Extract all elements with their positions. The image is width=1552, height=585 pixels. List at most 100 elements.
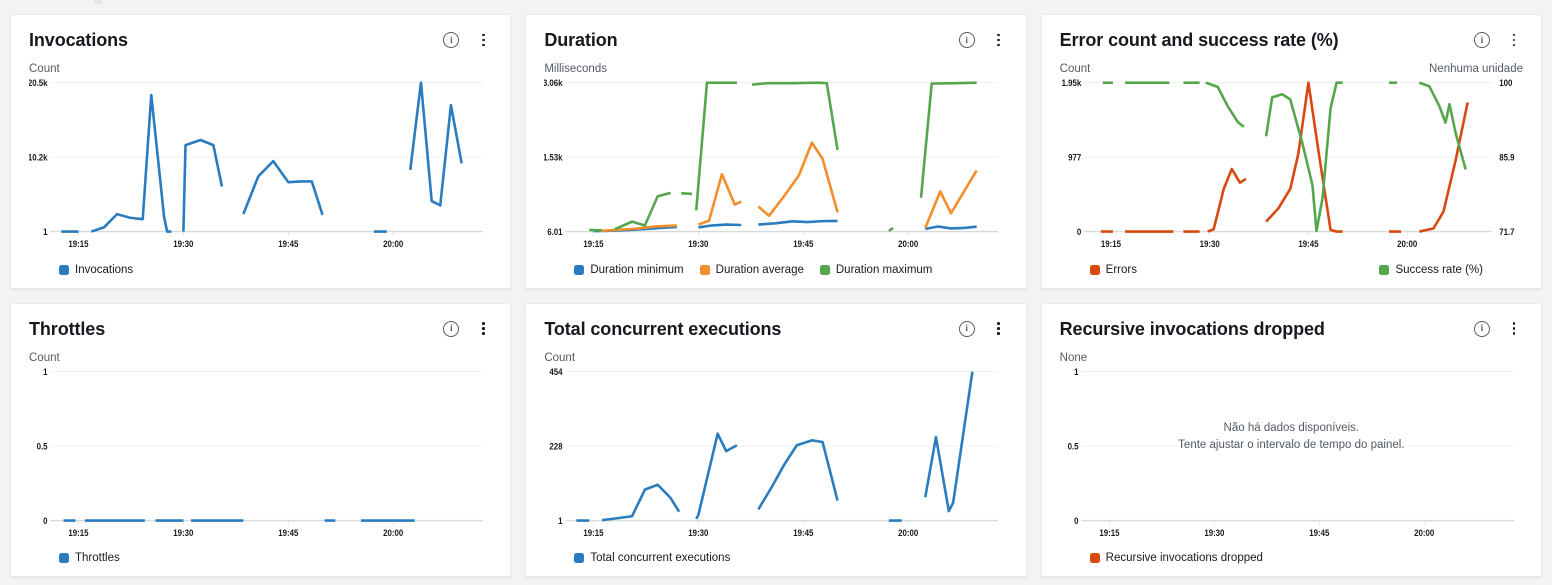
series-line [1207,169,1245,232]
kebab-dots [1512,32,1516,48]
info-icon-glyph: i [1474,32,1490,48]
chart-legend: Throttles [29,548,492,568]
series-line [889,228,893,231]
widget-header: Throttles i [29,318,492,344]
kebab-menu-icon[interactable] [990,320,1008,338]
chart-legend: Invocations [29,260,492,280]
kebab-menu-icon[interactable] [990,31,1008,49]
chart-legend: Total concurrent executions [544,548,1007,568]
series-line [1419,102,1467,231]
series-line [615,193,671,229]
legend-label: Total concurrent executions [590,552,731,564]
axis-unit-row: Milliseconds [544,63,1007,77]
x-axis-tick-label: 19:45 [794,527,814,538]
kebab-menu-icon[interactable] [474,320,492,338]
widget-title: Error count and success rate (%) [1059,30,1339,50]
widget-header-actions: i [958,29,1008,49]
legend-swatch-icon [59,264,69,275]
axis-unit-row: Count [29,352,492,366]
chart-plot-throttles: 0 0.5 1 19:15 19:30 19:45 20:00 [37,366,484,538]
legend-item[interactable]: Throttles [59,552,120,564]
widget-title: Total concurrent executions [544,318,782,339]
legend-item[interactable]: Success rate (%) [1379,264,1483,276]
kebab-dots [482,32,485,48]
y-axis-tick-label: 1 [43,366,47,377]
kebab-dots [997,32,1000,48]
widget-header: Error count and success rate (%) i [1060,29,1523,55]
page-top-artifact [94,0,102,4]
y-axis-tick-label: 0 [43,515,47,526]
widget-header: Total concurrent executions i [544,318,1007,344]
plot-area[interactable]: 1 228 454 19:15 19:30 19:45 20:00 [544,366,1007,547]
series-line [697,433,738,518]
legend-label: Invocations [75,263,134,276]
widget-header-actions: i [1473,29,1523,49]
info-icon[interactable]: i [442,320,460,338]
legend-item[interactable]: Duration maximum [819,264,932,276]
y-axis-tick-label: 0.5 [37,440,48,451]
x-axis-tick-label: 20:00 [1397,238,1417,249]
legend-item[interactable]: Errors [1089,264,1137,276]
info-icon[interactable]: i [1473,320,1491,338]
plot-area[interactable]: 0 0.5 1 19:15 19:30 19:45 20:00 [29,366,492,547]
x-axis-tick-label: 19:30 [689,238,709,249]
info-icon-glyph: i [958,320,975,337]
legend-label: Duration minimum [590,263,684,276]
x-axis-tick-label: 20:00 [898,527,918,538]
widget-card-invocations: Invocations i Count 1 10.2k 20.5k 19:15 19:30 19… [10,14,512,289]
y-axis-tick-label: 0 [1077,226,1081,237]
kebab-menu-icon[interactable] [1505,31,1523,49]
kebab-dots [1512,321,1516,337]
info-icon[interactable]: i [1473,31,1491,49]
y2-axis-tick-label: 100 [1499,77,1512,88]
plot-area[interactable]: 6.01 1.53k 3.06k 19:15 19:30 19:45 20:00 [544,77,1007,258]
x-axis-tick-label: 19:45 [1309,527,1329,538]
kebab-menu-icon[interactable] [474,31,492,49]
left-axis-unit-label: Milliseconds [544,63,607,75]
widget-header: Invocations i [29,29,492,55]
legend-item[interactable]: Total concurrent executions [574,552,730,564]
x-axis-tick-label: 19:30 [1199,238,1219,249]
x-axis-tick-label: 20:00 [383,238,403,249]
x-axis-tick-label: 19:45 [1298,238,1318,249]
axis-unit-row: None [1060,352,1523,366]
plot-area[interactable]: 1 10.2k 20.5k 19:15 19:30 19:45 20:00 [29,77,492,258]
widget-title: Duration [544,30,618,50]
y-axis-tick-label: 20.5k [29,77,48,88]
y2-axis-tick-label: 85.9 [1499,152,1514,163]
info-icon-glyph: i [443,32,460,48]
chart-plot-invocations: 1 10.2k 20.5k 19:15 19:30 19:45 20:00 [29,77,484,249]
info-icon[interactable]: i [958,320,976,338]
legend-swatch-icon [819,264,830,275]
series-line [926,371,973,510]
legend-label: Duration average [715,263,804,276]
info-icon[interactable]: i [958,31,976,49]
legend-item[interactable]: Recursive invocations dropped [1089,552,1263,564]
info-icon[interactable]: i [442,31,460,49]
widget-header-actions: i [442,29,492,49]
x-axis-tick-label: 20:00 [383,527,403,538]
metrics-dashboard: Invocations i Count 1 10.2k 20.5k 19:15 19:30 19… [0,0,1552,585]
legend-swatch-icon [1089,553,1100,563]
x-axis-tick-label: 19:15 [1100,238,1120,249]
legend-swatch-icon [574,264,585,275]
y-axis-tick-label: 1 [558,515,562,526]
x-axis-tick-label: 19:30 [689,527,709,538]
plot-area[interactable]: 0 977 1.95k 71.7 85.9 100 19:15 19:30 19:45 20:00 [1060,77,1523,258]
legend-item[interactable]: Duration minimum [574,263,684,276]
y-axis-tick-label: 1.53k [544,152,563,163]
kebab-dots [997,321,1000,337]
left-axis-unit-label: Count [544,351,576,364]
y-axis-tick-label: 0.5 [1067,440,1078,451]
widget-header-actions: i [958,318,1008,338]
y-axis-tick-label: 1.95k [1061,77,1081,88]
plot-area[interactable]: 0 0.5 1 19:15 19:30 19:45 20:00 Não há dados di… [1060,366,1523,547]
legend-item[interactable]: Duration average [699,263,804,276]
axis-unit-row: Count [29,63,492,77]
y-axis-tick-label: 1 [1074,366,1078,377]
legend-swatch-icon [574,553,585,563]
legend-item[interactable]: Invocations [59,264,133,276]
kebab-menu-icon[interactable] [1505,320,1523,338]
widget-title: Throttles [29,318,106,339]
series-line [759,440,838,509]
